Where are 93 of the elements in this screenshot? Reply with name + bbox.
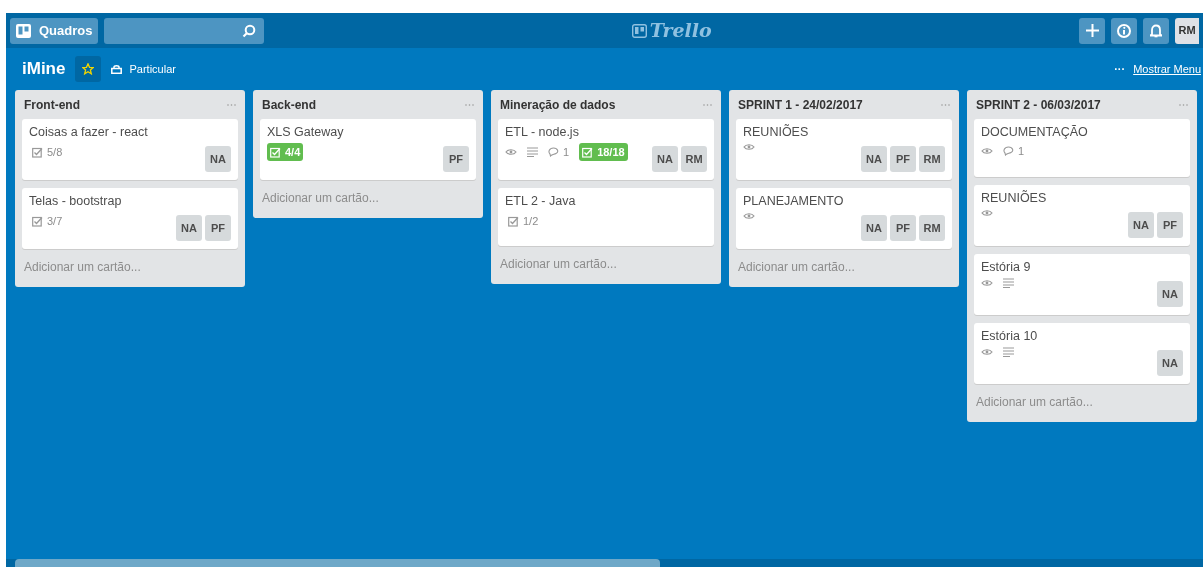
description-icon [1003,347,1014,357]
card-title: ETL 2 - Java [505,193,577,209]
member-avatar[interactable]: NA [861,215,887,241]
checklist-icon [508,215,519,227]
card-title: REUNIÕES [743,124,810,140]
card-title: ETL - node.js [505,124,580,140]
list-title[interactable]: Front-end [24,95,80,114]
lock-icon [111,64,123,74]
visibility-button[interactable]: Particular [111,60,176,78]
search-field[interactable] [104,17,265,44]
add-button[interactable] [1079,17,1105,44]
list-menu-icon[interactable] [703,103,712,106]
dots-icon: ··· [1114,60,1126,78]
card[interactable]: REUNIÕES NA PF [974,185,1190,246]
list-title[interactable]: SPRINT 1 - 24/02/2017 [738,95,863,114]
list-title[interactable]: Mineração de dados [500,95,616,114]
card[interactable]: Telas - bootstrap 3/7 NA PF [22,188,238,249]
card-title: Estória 9 [981,259,1032,275]
eye-icon [743,143,755,151]
star-icon [82,63,95,75]
scrollbar-thumb[interactable] [15,559,660,567]
card[interactable]: DOCUMENTAÇÃO 1 [974,119,1190,177]
checklist-icon [32,146,43,158]
member-avatar[interactable]: NA [176,215,202,241]
member-avatar[interactable]: NA [205,146,231,172]
card-title: XLS Gateway [267,124,345,140]
list-title[interactable]: SPRINT 2 - 06/03/2017 [976,95,1101,114]
checklist-badge: 4/4 [267,143,304,161]
description-icon [1003,278,1014,288]
member-avatar[interactable]: RM [681,146,707,172]
member-avatar[interactable]: PF [1157,212,1183,238]
card-title: PLANEJAMENTO [743,193,845,209]
card-title: DOCUMENTAÇÃO [981,124,1089,140]
card[interactable]: ETL 2 - Java 1/2 [498,188,714,246]
card[interactable]: Estória 10 NA [974,323,1190,384]
checklist-count: 3/7 [29,212,66,230]
description-icon [527,147,538,157]
member-avatar[interactable]: RM [919,215,945,241]
board-title[interactable]: iMine [22,56,66,82]
card[interactable]: ETL - node.js 1 18/18 NA RM [498,119,714,180]
star-button[interactable] [75,56,102,82]
member-avatar[interactable]: NA [1157,350,1183,376]
checklist-count: 1/2 [505,212,542,230]
card[interactable]: XLS Gateway 4/4 PF [260,119,476,180]
member-avatar[interactable]: NA [861,146,887,172]
eye-icon [981,209,993,217]
checklist-count: 5/8 [29,143,66,161]
member-avatar[interactable]: PF [890,215,916,241]
checklist-badge: 18/18 [579,143,628,161]
eye-icon [981,348,993,356]
list-menu-icon[interactable] [941,103,950,106]
checklist-icon [270,146,281,158]
member-avatar[interactable]: NA [1157,281,1183,307]
member-avatar[interactable]: NA [652,146,678,172]
eye-icon [981,279,993,287]
info-button[interactable] [1111,17,1137,44]
card-title: REUNIÕES [981,190,1048,206]
eye-icon [505,148,517,156]
card[interactable]: Estória 9 NA [974,254,1190,315]
list-title[interactable]: Back-end [262,95,317,114]
member-avatar[interactable]: RM [919,146,945,172]
list-menu-icon[interactable] [1179,103,1188,106]
plus-icon [1085,24,1099,37]
notifications-button[interactable] [1143,17,1169,44]
card[interactable]: Coisas a fazer - react 5/8 NA [22,119,238,180]
logo[interactable]: Trello [631,16,712,45]
list-menu-icon[interactable] [465,103,474,106]
show-menu-link[interactable]: Mostrar Menu [1133,60,1201,78]
card[interactable]: PLANEJAMENTO NA PF RM [736,188,952,249]
user-avatar[interactable]: RM [1175,17,1199,44]
eye-icon [743,212,755,220]
member-avatar[interactable]: NA [1128,212,1154,238]
card-title: Coisas a fazer - react [29,124,149,140]
comment-count: 1 [1018,144,1025,159]
bell-icon [1150,23,1162,38]
member-avatar[interactable]: PF [443,146,469,172]
boards-button[interactable]: Quadros [10,17,99,44]
member-avatar[interactable]: PF [205,215,231,241]
eye-icon [981,147,993,156]
checklist-icon [582,146,594,158]
list-menu-icon[interactable] [227,103,236,106]
search-icon [242,23,257,38]
board-icon [16,23,31,38]
board-icon [631,23,647,38]
card-title: Telas - bootstrap [29,193,123,209]
checklist-icon [32,215,43,227]
info-icon [1117,23,1131,38]
card-title: Estória 10 [981,328,1039,344]
comment-icon [548,147,559,157]
card[interactable]: REUNIÕES NA PF RM [736,119,952,180]
comment-icon [1003,146,1014,157]
comment-count: 1 [563,144,570,160]
member-avatar[interactable]: PF [890,146,916,172]
